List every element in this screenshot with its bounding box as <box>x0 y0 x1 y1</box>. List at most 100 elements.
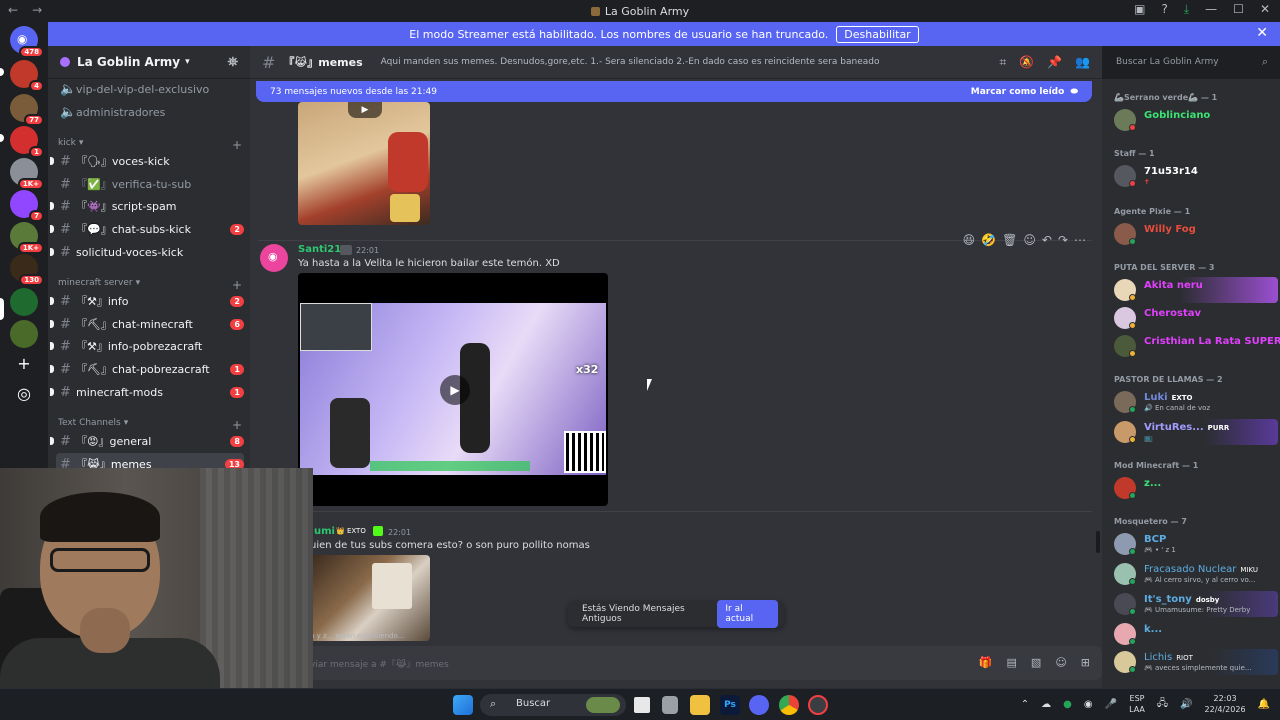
scrollbar-thumb[interactable] <box>1096 531 1100 553</box>
sticker-icon[interactable]: ▧ <box>1031 656 1041 669</box>
server-icon[interactable]: 130 <box>10 254 44 286</box>
channel-chat-subs-kick[interactable]: # 『💬』chat-subs-kick 2 <box>50 218 244 240</box>
voice-channel-vip[interactable]: 🔈 vip-del-vip-del-exclusivo <box>56 78 244 100</box>
cloud-icon[interactable]: ☁ <box>1041 699 1051 710</box>
discord-tray-icon[interactable]: ◉ <box>1084 699 1093 710</box>
member-item[interactable]: BCP 🎮 • ' z 1 <box>1114 531 1278 557</box>
add-member-icon[interactable]: ⛯ <box>228 55 238 70</box>
server-icon[interactable] <box>10 320 38 348</box>
volume-icon[interactable]: 🔊 <box>1180 699 1192 710</box>
channel-general[interactable]: # 『😡』general 8 <box>50 430 244 452</box>
app-tray-icon[interactable]: ● <box>1063 699 1072 710</box>
files-icon[interactable] <box>662 696 678 714</box>
forward-icon[interactable]: ↷ <box>1058 233 1068 247</box>
discover-button[interactable]: ◎ <box>10 380 38 408</box>
close-button[interactable]: ✕ <box>1260 2 1270 17</box>
reply-icon[interactable]: ↶ <box>1042 233 1052 247</box>
reaction-emoji-icon[interactable]: 🗑 <box>1002 233 1017 247</box>
pin-icon[interactable]: 📌 <box>1047 55 1062 70</box>
member-item[interactable]: VirtuRes... PURR 📺 <box>1114 419 1278 445</box>
member-item[interactable]: Cristhian La Rata SUPER <box>1114 333 1280 359</box>
message-author[interactable]: umi <box>314 526 335 537</box>
more-icon[interactable]: ⋯ <box>1074 233 1086 247</box>
mute-bell-icon[interactable]: 🔕 <box>1019 55 1034 70</box>
server-icon-twitch[interactable]: 7 <box>10 190 44 222</box>
image-attachment[interactable] <box>310 555 430 641</box>
channel-topic[interactable]: Aqui manden sus memes. Desnudos,gore,etc… <box>381 57 880 67</box>
server-icon[interactable]: 77 <box>10 94 44 126</box>
photoshop-icon[interactable]: Ps <box>720 695 740 715</box>
apps-icon[interactable]: ⊞ <box>1081 656 1090 669</box>
server-icon-goblin[interactable] <box>10 288 38 316</box>
member-item[interactable]: Akita neru <box>1114 277 1278 303</box>
member-item[interactable]: It's_tony dosby 🎮 Umamusume: Pretty Derby <box>1114 591 1278 617</box>
message-composer[interactable]: viar mensaje a #『😹』memes 🎁 ▤ ▧ ☺ ⊞ <box>250 646 1102 680</box>
notification-icon[interactable]: 🔔 <box>1258 699 1270 710</box>
server-icon[interactable]: 4 <box>10 60 44 92</box>
inbox-icon[interactable]: ▣ <box>1134 2 1145 17</box>
gif-icon[interactable]: ▤ <box>1007 656 1017 669</box>
mention-badge: 130 <box>19 274 44 286</box>
channel-info[interactable]: # 『⚒』info 2 <box>50 290 244 312</box>
download-icon[interactable]: ⤓ <box>1184 2 1189 17</box>
language-indicator[interactable]: ESP LAA <box>1129 693 1145 715</box>
mark-as-read-button[interactable]: Marcar como leído <box>971 87 1065 97</box>
server-icon[interactable]: 1 <box>10 126 44 158</box>
chevron-up-icon[interactable]: ⌃ <box>1021 699 1029 710</box>
app-icon[interactable] <box>808 695 828 715</box>
clock[interactable]: 22:03 22/4/2026 <box>1205 693 1246 715</box>
guild-header[interactable]: La Goblin Army ▾ ⛯ <box>48 46 250 79</box>
channel-verifica[interactable]: # 『✅』verifica-tu-sub <box>56 173 244 195</box>
member-item[interactable]: Willy Fog <box>1114 221 1278 247</box>
channel-minecraft-mods[interactable]: # minecraft-mods 1 <box>50 381 244 403</box>
add-server-button[interactable]: + <box>10 350 38 378</box>
new-messages-bar[interactable]: 73 mensajes nuevos desde las 21:49 Marca… <box>256 81 1092 102</box>
reaction-emoji-icon[interactable]: 🤣 <box>981 233 996 247</box>
server-icon[interactable]: 1K+ <box>10 222 44 254</box>
windows-start-icon[interactable] <box>453 695 473 715</box>
member-item[interactable]: Fracasado Nuclear MIKU 🎮 Al cerro sirvo, y… <box>1114 561 1278 587</box>
member-item[interactable]: Luki EXTO 🔊 En canal de voz <box>1114 389 1278 415</box>
taskbar-search[interactable]: ⌕ Buscar <box>480 694 626 716</box>
channel-solicitud[interactable]: # solicitud-voces-kick <box>50 241 244 263</box>
disable-streamer-button[interactable]: Deshabilitar <box>836 25 919 43</box>
channel-voces-kick[interactable]: # 『🗣』voces-kick <box>50 150 244 172</box>
member-item[interactable]: Goblinciano <box>1114 107 1278 133</box>
member-item[interactable]: z... <box>1114 475 1278 501</box>
voice-channel-admins[interactable]: 🔈 administradores <box>56 101 244 123</box>
threads-icon[interactable]: ⌗ <box>999 55 1006 70</box>
member-item[interactable]: Lichis RIOT 🎮 aveces simplemente quie... <box>1114 649 1278 675</box>
discord-taskbar-icon[interactable] <box>749 695 769 715</box>
file-explorer-icon[interactable] <box>690 695 710 715</box>
close-icon[interactable]: ✕ <box>1256 25 1268 41</box>
image-attachment[interactable]: ▶ <box>298 102 430 225</box>
jump-to-present-button[interactable]: Ir al actual <box>717 600 778 628</box>
minimize-button[interactable]: — <box>1205 2 1217 17</box>
channel-chat-minecraft[interactable]: # 『⛏』chat-minecraft 6 <box>50 313 244 335</box>
member-list-icon[interactable]: 👥 <box>1075 55 1090 70</box>
member-item[interactable]: Cherostav <box>1114 305 1278 331</box>
play-icon[interactable]: ▶ <box>440 375 470 405</box>
task-view-icon[interactable] <box>634 697 650 713</box>
server-icon[interactable]: 1K+ <box>10 158 44 190</box>
channel-chat-pobrezacraft[interactable]: # 『⛏』chat-pobrezacraft 1 <box>50 358 244 380</box>
play-icon[interactable]: ▶ <box>348 102 382 118</box>
mic-icon[interactable]: 🎤 <box>1105 699 1117 710</box>
channel-info-pobrezacraft[interactable]: # 『⚒』info-pobrezacraft <box>50 335 244 357</box>
maximize-button[interactable]: ☐ <box>1233 2 1244 17</box>
add-reaction-icon[interactable]: ☺ <box>1023 233 1036 247</box>
help-icon[interactable]: ? <box>1161 2 1167 17</box>
chrome-icon[interactable] <box>779 695 799 715</box>
member-name: Lichis RIOT <box>1144 652 1193 663</box>
member-item[interactable]: k... <box>1114 621 1278 647</box>
avatar[interactable]: ◉ <box>260 244 288 272</box>
home-button[interactable]: ◉ 478 <box>10 26 44 58</box>
member-item[interactable]: 71u53r14 ✝ <box>1114 163 1278 189</box>
search-input[interactable]: Buscar La Goblin Army ⌕ <box>1110 52 1274 73</box>
video-attachment[interactable]: ▶ x32 <box>298 273 608 506</box>
reaction-emoji-icon[interactable]: 😆 <box>963 233 976 247</box>
network-icon[interactable]: 🖧 <box>1157 696 1168 713</box>
gift-icon[interactable]: 🎁 <box>979 656 993 669</box>
emoji-icon[interactable]: ☺ <box>1055 656 1066 669</box>
channel-script-spam[interactable]: # 『👾』script-spam <box>50 195 244 217</box>
